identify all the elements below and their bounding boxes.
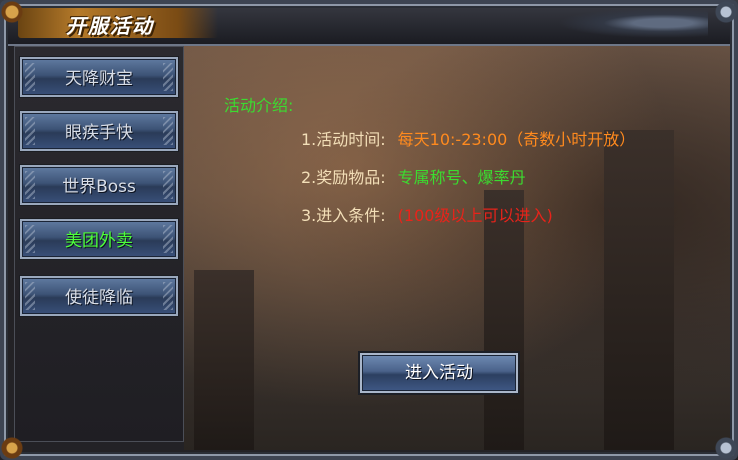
sidebar-item-world-boss[interactable]: 世界Boss — [20, 165, 178, 205]
entry-condition-label: 3.进入条件: — [301, 206, 386, 225]
entry-condition-row: 3.进入条件: (100级以上可以进入) — [301, 202, 553, 226]
enter-activity-button[interactable]: 进入活动 — [360, 353, 518, 393]
background-spire — [484, 190, 524, 450]
activity-sidebar: 天降财宝 眼疾手快 世界Boss 美团外卖 使徒降临 — [14, 46, 184, 442]
reward-value: 专属称号、爆率丹 — [397, 168, 526, 187]
activity-time-row: 1.活动时间: 每天10:-23:00（奇数小时开放） — [301, 126, 635, 150]
reward-row: 2.奖励物品: 专属称号、爆率丹 — [301, 164, 526, 188]
title-ornament-icon — [558, 8, 708, 38]
background-spire — [604, 130, 674, 450]
sidebar-item-yanji-shoukuai[interactable]: 眼疾手快 — [20, 111, 178, 151]
intro-label: 活动介绍: — [224, 96, 294, 115]
reward-label: 2.奖励物品: — [301, 168, 386, 187]
corner-ornament-icon — [698, 420, 738, 460]
activity-window: 开服活动 天降财宝 眼疾手快 世界Boss 美团外卖 使徒降临 活动介绍: 1.… — [0, 0, 738, 460]
corner-ornament-icon — [0, 420, 40, 460]
sidebar-item-meituan-waimai[interactable]: 美团外卖 — [20, 219, 178, 259]
title-bar: 开服活动 — [0, 0, 738, 46]
activity-time-label: 1.活动时间: — [301, 130, 386, 149]
window-title: 开服活动 — [66, 14, 154, 38]
corner-ornament-icon — [0, 0, 40, 40]
entry-condition-value: (100级以上可以进入) — [397, 206, 553, 225]
sidebar-item-tianjiang-caibao[interactable]: 天降财宝 — [20, 57, 178, 97]
activity-time-value: 每天10:-23:00（奇数小时开放） — [397, 130, 636, 149]
corner-ornament-icon — [698, 0, 738, 40]
background-spire — [194, 270, 254, 450]
sidebar-item-shitu-jianglin[interactable]: 使徒降临 — [20, 276, 178, 316]
activity-content: 活动介绍: 1.活动时间: 每天10:-23:00（奇数小时开放） 2.奖励物品:… — [184, 46, 730, 450]
